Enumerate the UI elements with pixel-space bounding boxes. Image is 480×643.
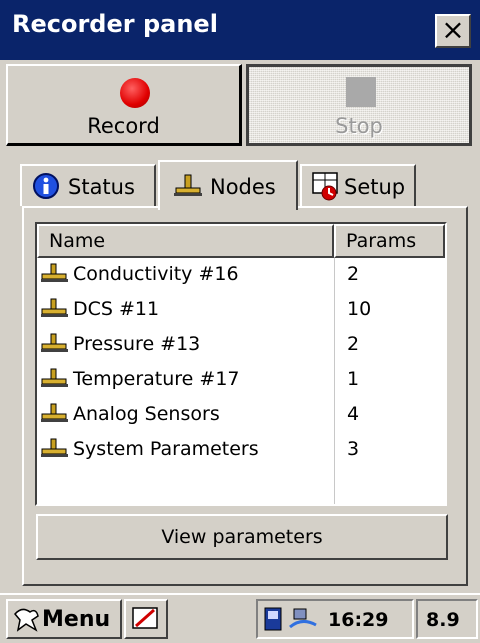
row-params: 2 [347,333,360,355]
row-params: 1 [347,368,360,390]
tab-setup-label: Setup [344,175,406,199]
record-label: Record [87,114,160,138]
row-name: Conductivity #16 [73,263,239,285]
node-icon [174,174,202,196]
row-params: 3 [347,438,360,460]
menu-label: Menu [42,607,111,632]
clock[interactable]: 16:29 [328,609,388,631]
device-icon[interactable] [264,607,282,631]
window-title: Recorder panel [12,10,218,38]
row-name: DCS #11 [73,298,160,320]
tray-extra-value: 8.9 [426,609,460,631]
table-row[interactable]: System Parameters 3 [37,433,445,467]
row-name: System Parameters [73,438,259,460]
node-icon [41,438,69,460]
row-params: 4 [347,403,360,425]
tab-status[interactable]: Status [20,164,156,206]
taskbar: Menu 16:29 8.9 [0,593,480,643]
tab-setup[interactable]: Setup [300,164,416,206]
table-row[interactable]: Pressure #13 2 [37,328,445,362]
row-name: Analog Sensors [73,403,220,425]
record-button[interactable]: Record [6,64,242,146]
row-name: Pressure #13 [73,333,201,355]
stop-button[interactable]: Stop [246,64,472,146]
table-row[interactable]: Conductivity #16 2 [37,258,445,292]
tab-nodes[interactable]: Nodes [158,160,298,210]
title-bar: Recorder panel × [0,0,480,60]
network-icon[interactable] [288,607,318,631]
column-header-name[interactable]: Name [37,224,334,258]
row-params: 10 [347,298,372,320]
tab-status-label: Status [68,175,135,199]
node-icon [41,403,69,425]
node-icon [41,263,69,285]
close-button[interactable]: × [435,14,471,48]
close-icon: × [441,13,465,46]
setup-icon [312,172,338,201]
input-panel-button[interactable] [124,599,168,639]
node-icon [41,298,69,320]
node-icon [41,333,69,355]
info-icon [33,173,59,199]
record-icon [120,78,150,108]
node-icon [41,368,69,390]
table-row[interactable]: Temperature #17 1 [37,363,445,397]
column-header-params[interactable]: Params [334,224,445,258]
stop-icon [346,77,376,107]
row-params: 2 [347,263,360,285]
tray-extra: 8.9 [416,599,478,639]
tab-nodes-label: Nodes [210,175,276,199]
table-row[interactable]: DCS #11 10 [37,293,445,327]
stop-label: Stop [335,114,383,138]
row-name: Temperature #17 [73,368,240,390]
pen-icon [132,607,158,629]
nodes-list[interactable]: Name Params Conductivity #16 2 DCS #11 10 Pr… [35,222,447,506]
start-icon [14,608,39,632]
start-menu-button[interactable]: Menu [6,599,122,639]
table-row[interactable]: Analog Sensors 4 [37,398,445,432]
view-parameters-button[interactable]: View parameters [36,514,448,560]
system-tray: 16:29 [256,599,414,639]
